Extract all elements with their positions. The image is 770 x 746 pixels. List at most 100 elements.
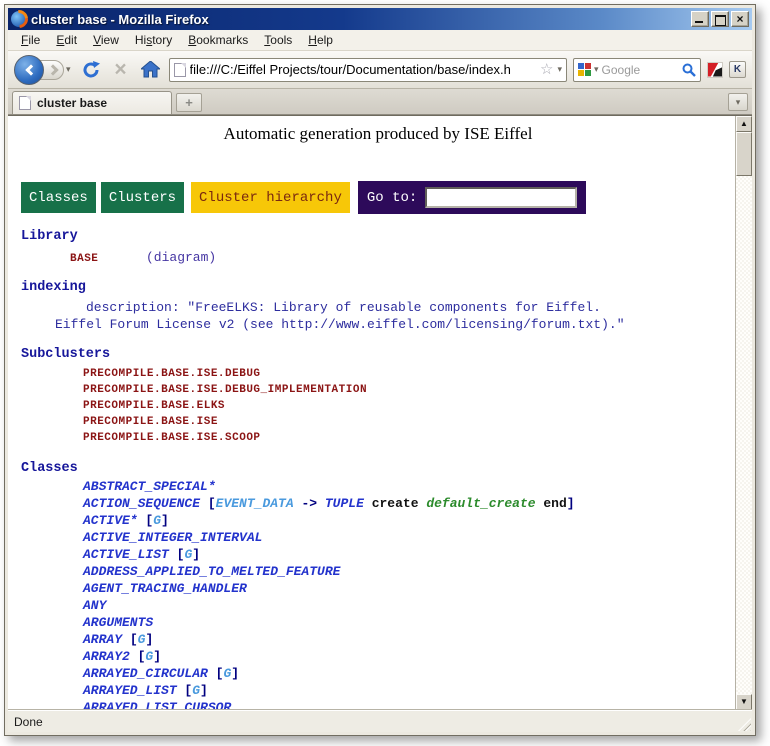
class-link[interactable]: ACTIVE* xyxy=(83,513,138,528)
cluster-hierarchy-button[interactable]: Cluster hierarchy xyxy=(191,182,350,213)
page-icon xyxy=(174,63,186,77)
goto-input[interactable] xyxy=(425,187,577,208)
subclusters-heading: Subclusters xyxy=(21,347,735,362)
home-button[interactable] xyxy=(139,58,163,82)
code-segment[interactable]: EVENT_DATA xyxy=(216,496,294,511)
code-segment: -> xyxy=(294,496,325,511)
indexing-heading: indexing xyxy=(21,280,735,295)
class-link[interactable]: AGENT_TRACING_HANDLER xyxy=(83,581,247,596)
search-input[interactable] xyxy=(602,63,679,77)
minimize-button[interactable] xyxy=(691,11,709,27)
code-segment: ] xyxy=(161,513,169,528)
browser-window: cluster base - Mozilla Firefox × File Ed… xyxy=(4,4,756,736)
class-link[interactable]: ANY xyxy=(83,598,106,613)
menu-tools[interactable]: Tools xyxy=(257,31,299,49)
class-list-item: ACTIVE_LIST [G] xyxy=(21,546,735,563)
tab-cluster-base[interactable]: cluster base xyxy=(12,91,172,114)
menu-help[interactable]: Help xyxy=(301,31,340,49)
reload-button[interactable] xyxy=(79,58,103,82)
code-segment xyxy=(364,496,372,511)
class-link[interactable]: ARGUMENTS xyxy=(83,615,153,630)
code-segment: ] xyxy=(200,683,208,698)
class-link[interactable]: ARRAYED_CIRCULAR xyxy=(83,666,208,681)
url-dropdown[interactable]: ▾ xyxy=(557,65,562,74)
page-title: Automatic generation produced by ISE Eif… xyxy=(21,124,735,144)
class-link[interactable]: ACTION_SEQUENCE xyxy=(83,496,200,511)
classes-button[interactable]: Classes xyxy=(21,182,96,213)
bookmark-star-icon[interactable]: ☆ xyxy=(540,62,553,77)
menu-view[interactable]: View xyxy=(86,31,126,49)
k-extension-button[interactable]: K xyxy=(729,61,746,78)
scroll-down-button[interactable]: ▼ xyxy=(736,694,752,710)
status-text: Done xyxy=(14,715,43,729)
scrollbar-track[interactable] xyxy=(736,176,752,694)
menu-bar: File Edit View History Bookmarks Tools H… xyxy=(8,30,752,51)
class-link[interactable]: ABSTRACT_SPECIAL* xyxy=(83,479,216,494)
subclusters-list: PRECOMPILE.BASE.ISE.DEBUGPRECOMPILE.BASE… xyxy=(21,366,735,446)
code-segment[interactable]: default_create xyxy=(426,496,535,511)
class-link[interactable]: ARRAYED_LIST xyxy=(83,683,177,698)
menu-bookmarks[interactable]: Bookmarks xyxy=(181,31,255,49)
class-list-item: ARGUMENTS xyxy=(21,614,735,631)
class-list-item: ACTIVE_INTEGER_INTERVAL xyxy=(21,529,735,546)
title-bar: cluster base - Mozilla Firefox × xyxy=(8,8,752,30)
resize-grip[interactable] xyxy=(738,718,751,731)
code-segment[interactable]: G xyxy=(192,683,200,698)
subcluster-link[interactable]: PRECOMPILE.BASE.ISE xyxy=(21,414,735,430)
class-list-item: ACTIVE* [G] xyxy=(21,512,735,529)
code-segment[interactable]: G xyxy=(153,513,161,528)
library-heading: Library xyxy=(21,229,735,244)
back-button[interactable] xyxy=(14,55,44,85)
code-segment: ] xyxy=(153,649,161,664)
scroll-up-button[interactable]: ▲ xyxy=(736,116,752,132)
subcluster-link[interactable]: PRECOMPILE.BASE.ELKS xyxy=(21,398,735,414)
class-list-item: ABSTRACT_SPECIAL* xyxy=(21,478,735,495)
maximize-button[interactable] xyxy=(711,11,729,27)
new-tab-button[interactable]: + xyxy=(176,93,202,112)
history-dropdown[interactable]: ▾ xyxy=(64,63,73,76)
subcluster-link[interactable]: PRECOMPILE.BASE.ISE.DEBUG xyxy=(21,366,735,382)
code-segment: end xyxy=(543,496,566,511)
class-link[interactable]: ARRAYED_LIST_CURSOR xyxy=(83,700,231,710)
class-list-item: ARRAYED_LIST [G] xyxy=(21,682,735,699)
class-list-item: AGENT_TRACING_HANDLER xyxy=(21,580,735,597)
list-all-tabs-button[interactable]: ▾ xyxy=(728,93,748,111)
class-link[interactable]: ADDRESS_APPLIED_TO_MELTED_FEATURE xyxy=(83,564,340,579)
class-list-item: ACTION_SEQUENCE [EVENT_DATA -> TUPLE cre… xyxy=(21,495,735,512)
scrollbar-thumb[interactable] xyxy=(736,132,752,176)
doc-nav-buttons: Classes Clusters Cluster hierarchy Go to… xyxy=(21,181,735,214)
clusters-button[interactable]: Clusters xyxy=(101,182,184,213)
back-arrow-icon xyxy=(25,64,36,75)
google-logo-icon[interactable] xyxy=(578,63,591,76)
search-engine-dropdown[interactable]: ▾ xyxy=(594,65,599,74)
menu-history[interactable]: History xyxy=(128,31,179,49)
status-bar: Done xyxy=(8,710,752,732)
subcluster-link[interactable]: PRECOMPILE.BASE.ISE.SCOOP xyxy=(21,430,735,446)
menu-file[interactable]: File xyxy=(14,31,47,49)
library-diagram-link[interactable]: (diagram) xyxy=(146,250,216,265)
code-segment: ] xyxy=(192,547,200,562)
code-segment: ] xyxy=(567,496,575,511)
home-icon xyxy=(141,61,160,78)
tab-bar: cluster base + ▾ xyxy=(8,89,752,115)
forward-arrow-icon xyxy=(47,64,58,75)
library-base-link[interactable]: BASE xyxy=(70,253,146,265)
menu-edit[interactable]: Edit xyxy=(49,31,84,49)
indexing-description-line1: description: "FreeELKS: Library of reusa… xyxy=(21,300,735,315)
stop-button[interactable]: × xyxy=(109,58,133,82)
class-link[interactable]: ACTIVE_INTEGER_INTERVAL xyxy=(83,530,262,545)
vertical-scrollbar: ▲ ▼ xyxy=(735,116,752,710)
search-magnifier-icon[interactable] xyxy=(682,63,696,77)
code-segment: [ xyxy=(122,632,138,647)
close-button[interactable]: × xyxy=(731,11,749,27)
class-link[interactable]: ARRAY xyxy=(83,632,122,647)
class-link[interactable]: ARRAY2 xyxy=(83,649,130,664)
code-segment: [ xyxy=(208,666,224,681)
kaspersky-icon[interactable] xyxy=(707,62,723,78)
class-link[interactable]: ACTIVE_LIST xyxy=(83,547,169,562)
subcluster-link[interactable]: PRECOMPILE.BASE.ISE.DEBUG_IMPLEMENTATION xyxy=(21,382,735,398)
goto-label: Go to: xyxy=(367,190,417,206)
class-list-item: ARRAY [G] xyxy=(21,631,735,648)
url-input[interactable] xyxy=(190,62,536,77)
class-link[interactable]: TUPLE xyxy=(325,496,364,511)
